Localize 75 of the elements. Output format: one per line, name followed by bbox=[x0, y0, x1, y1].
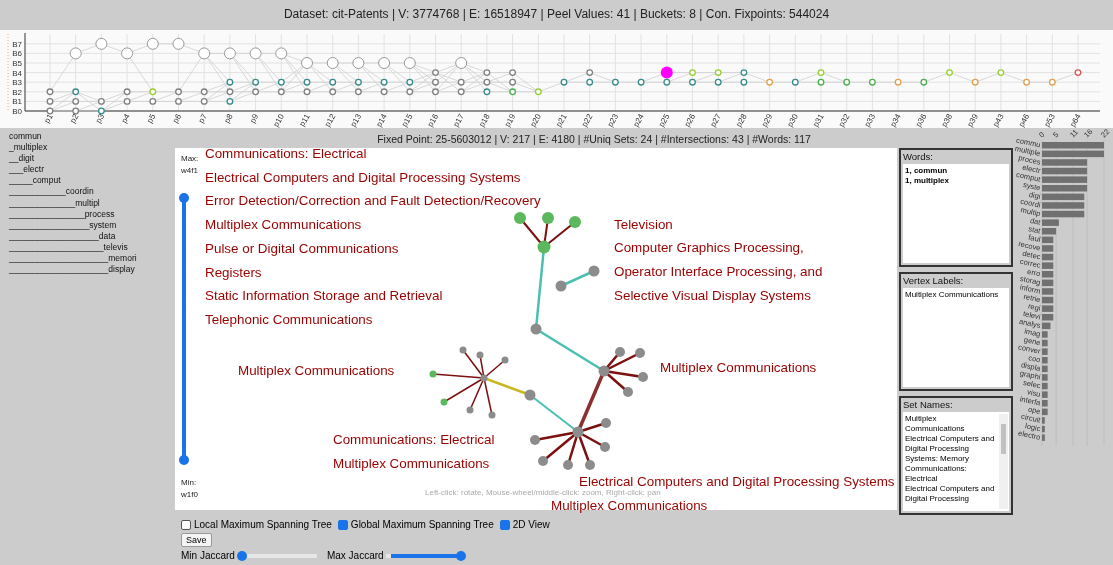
slider-label: w1f0 bbox=[181, 490, 198, 499]
panel-title: Set Names: bbox=[903, 399, 954, 412]
list-text: Electrical Computers and Digital Processing Systems: Memory bbox=[905, 434, 996, 464]
node-label: Multiplex Communications bbox=[551, 498, 708, 514]
node-label: Television bbox=[614, 217, 673, 233]
slider-label: Max Jaccard bbox=[326, 550, 384, 561]
axis-label: B6 bbox=[12, 49, 22, 59]
list-text: Multiplex Communications bbox=[905, 290, 999, 300]
axis-label: p8 bbox=[222, 112, 235, 125]
tree-item[interactable]: commun bbox=[9, 131, 42, 143]
tree-item[interactable]: _________________system bbox=[9, 219, 117, 231]
axis-label: B1 bbox=[12, 97, 22, 107]
axis-label: p11 bbox=[297, 112, 312, 128]
tree-item[interactable]: ____________________televis bbox=[9, 241, 128, 254]
tree-item[interactable]: _____________________memori bbox=[9, 253, 137, 265]
axis-label: p6 bbox=[171, 112, 184, 125]
category-label: Telephonic Communications bbox=[205, 310, 373, 329]
tree-item[interactable]: ______________multipl bbox=[9, 197, 100, 209]
tree-item[interactable]: ___________________data bbox=[9, 230, 116, 242]
axis-label: p2 bbox=[68, 112, 81, 125]
text-box[interactable]: Multiplex Communications bbox=[903, 288, 1009, 387]
list-text: 1, commun bbox=[905, 166, 948, 176]
category-label: Static Information Storage and Retrieval bbox=[205, 287, 443, 306]
node-label: Multiplex Communications bbox=[333, 456, 490, 472]
slider-label: Min: bbox=[181, 478, 197, 487]
axis-label: p3 bbox=[93, 112, 107, 125]
axis-label: p9 bbox=[248, 112, 261, 125]
hint-text: Left-click: rotate, Mouse-wheel/middle-click: zoom, Right-click: pan bbox=[425, 488, 661, 498]
text-box[interactable]: Multiplex Communications Electrical Computers and Digital Processing Systems: Memory Communications: Electrical Electrical Computers and Digital Processing bbox=[903, 412, 1009, 511]
axis-label: p21 bbox=[554, 112, 569, 128]
slider-label: Max: bbox=[181, 154, 199, 163]
save-button[interactable]: Save bbox=[181, 533, 212, 547]
axis-label: B7 bbox=[12, 39, 22, 49]
node-label: Multiplex Communications bbox=[238, 363, 395, 379]
tree-item[interactable]: _multiplex bbox=[9, 142, 48, 154]
axis-label: p7 bbox=[196, 112, 209, 125]
category-label: Electrical Computers and Digital Processing Systems bbox=[205, 168, 521, 187]
list-text: Electrical Computers and Digital Processing bbox=[905, 484, 996, 504]
list-text: Communications: Electrical bbox=[905, 464, 968, 484]
axis-label: B2 bbox=[12, 87, 22, 97]
category-label: Multiplex Communications bbox=[205, 216, 362, 235]
slider-label: w4f1 bbox=[181, 166, 198, 175]
axis-label: B0 bbox=[12, 107, 22, 116]
fixed-point-title: Fixed Point: 25-5603012 | V: 217 | E: 4180 | #Uniq Sets: 24 | #Intersections: 43 | #Words: 117 bbox=[376, 132, 812, 147]
checkbox-label[interactable]: Local Maximum Spanning Tree bbox=[194, 519, 332, 530]
node-label: Electrical Computers and Digital Processing Systems bbox=[579, 474, 895, 490]
tree-item[interactable]: ___electr bbox=[9, 164, 44, 176]
axis-label: p5 bbox=[145, 112, 158, 125]
node-label: Multiplex Communications bbox=[660, 360, 817, 376]
axis-label: p4 bbox=[119, 112, 132, 125]
category-label: Error Detection/Correction and Fault Detection/Recovery bbox=[205, 192, 541, 211]
axis-label: B5 bbox=[12, 59, 22, 68]
slider-label: Min Jaccard bbox=[181, 550, 235, 561]
tree-item[interactable]: _____________________display bbox=[9, 264, 135, 276]
category-label: Pulse or Digital Communications bbox=[205, 239, 399, 258]
node-label: Computer Graphics Processing, Operator Interface Processing, and Selective Visual Display Systems bbox=[614, 239, 823, 305]
text-box[interactable]: 1, commun 1, multiplex bbox=[903, 164, 1009, 263]
list-text: Multiplex Communications bbox=[905, 414, 966, 434]
category-label: Registers bbox=[205, 263, 262, 282]
tree-item[interactable]: ________________process bbox=[9, 208, 115, 220]
list-text: 1, multiplex bbox=[905, 176, 949, 186]
tree-item[interactable]: __digit bbox=[9, 153, 35, 165]
axis-label: B4 bbox=[12, 68, 22, 78]
header-title: Dataset: cit-Patents | V: 3774768 | E: 16518947 | Peel Values: 41 | Buckets: 8 | Con. Fixpoints: 544024 bbox=[282, 6, 831, 23]
axis-label: B3 bbox=[12, 78, 22, 88]
checkbox-label[interactable]: Global Maximum Spanning Tree bbox=[350, 519, 494, 530]
category-label: Communications: Electrical bbox=[205, 145, 367, 163]
tree-item[interactable]: _____comput bbox=[9, 175, 61, 187]
checkbox-label[interactable]: 2D View bbox=[512, 519, 550, 530]
axis-label: p1 bbox=[42, 112, 55, 125]
axis-label: p31 bbox=[811, 112, 826, 128]
node-label: Communications: Electrical bbox=[333, 432, 495, 448]
panel-title: Words: bbox=[903, 151, 934, 164]
panel-title: Vertex Labels: bbox=[903, 275, 965, 288]
tree-item[interactable]: ____________coordin bbox=[9, 186, 94, 198]
